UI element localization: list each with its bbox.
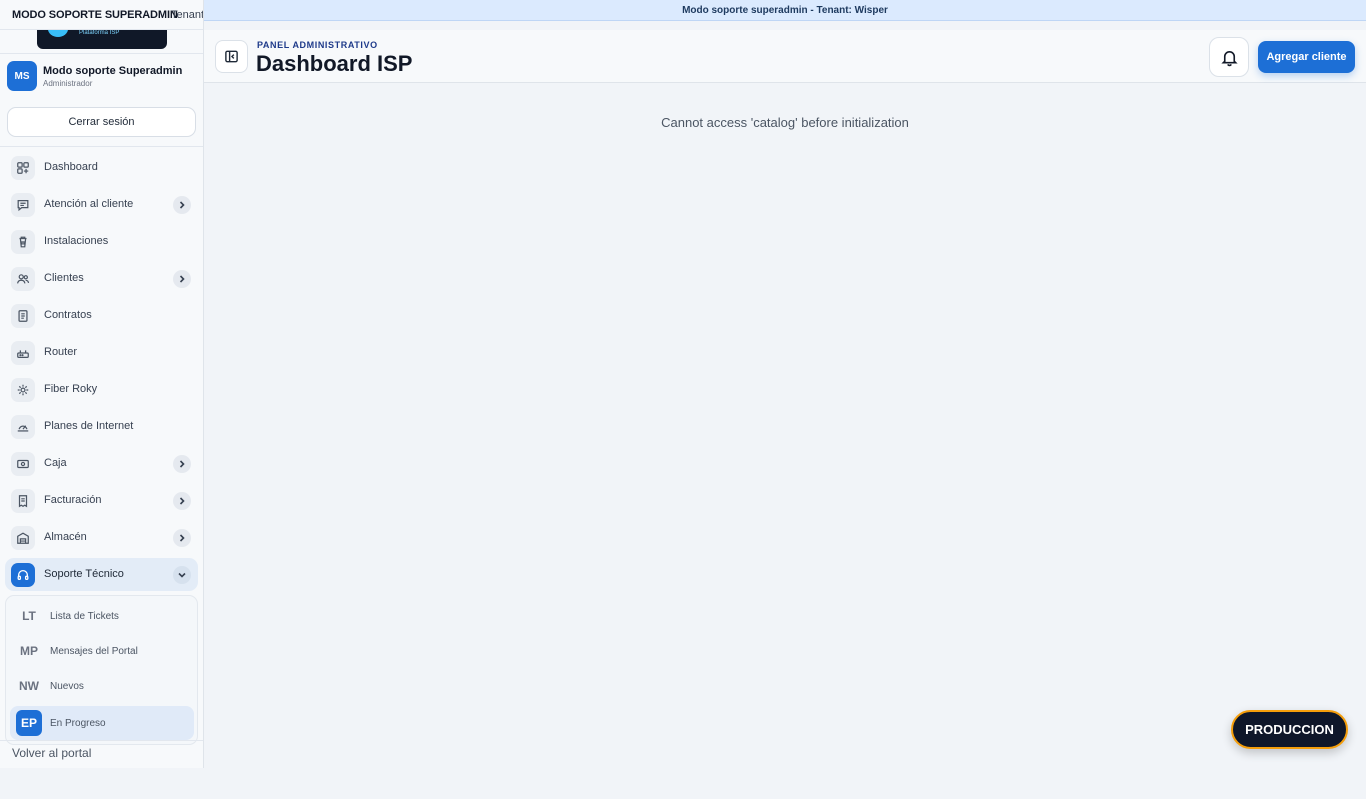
sidebar-item-facturacion[interactable]: Facturación xyxy=(5,484,198,517)
user-role: Administrador xyxy=(43,79,93,88)
chevron-right-icon[interactable] xyxy=(173,270,191,288)
speed-icon xyxy=(11,415,35,439)
chevron-right-icon[interactable] xyxy=(173,529,191,547)
submenu-abbr: NW xyxy=(19,679,39,693)
sidebar-item-label: Almacén xyxy=(44,531,87,543)
headset-icon xyxy=(11,563,35,587)
install-icon xyxy=(11,230,35,254)
user-name: Modo soporte Superadmin xyxy=(43,65,183,77)
logout-button[interactable]: Cerrar sesión xyxy=(7,107,196,137)
logo-text: Plataforma ISP xyxy=(79,30,120,36)
warehouse-icon xyxy=(11,526,35,550)
chevron-down-icon[interactable] xyxy=(173,566,191,584)
sidebar-item-label: Soporte Técnico xyxy=(44,568,124,580)
sidebar-item-clientes[interactable]: Clientes xyxy=(5,262,198,295)
dashboard-icon xyxy=(11,156,35,180)
submenu-label: Nuevos xyxy=(50,681,84,692)
tenant-label: Tenant xyxy=(171,9,204,21)
cash-icon xyxy=(11,452,35,476)
sparkle-icon xyxy=(11,378,35,402)
chevron-right-icon[interactable] xyxy=(173,196,191,214)
document-icon xyxy=(11,304,35,328)
submenu-abbr: MP xyxy=(20,644,38,658)
support-mode-banner: Modo soporte superadmin - Tenant: Wisper xyxy=(204,0,1366,21)
sidebar-item-dashboard[interactable]: Dashboard xyxy=(5,151,198,184)
sidebar-item-label: Instalaciones xyxy=(44,235,109,247)
environment-badge[interactable]: PRODUCCION xyxy=(1231,710,1348,749)
sidebar-item-instalaciones[interactable]: Instalaciones xyxy=(5,225,198,258)
notifications-button[interactable] xyxy=(1209,37,1249,77)
error-message: Cannot access 'catalog' before initializ… xyxy=(661,115,909,130)
add-client-button[interactable]: Agregar cliente xyxy=(1258,41,1355,73)
sidebar-mode-bar: MODO SOPORTE SUPERADMIN Tenant xyxy=(0,0,204,30)
submenu-label: Mensajes del Portal xyxy=(50,646,138,657)
submenu-label: En Progreso xyxy=(50,718,106,729)
logo-mark-icon xyxy=(48,30,68,37)
divider xyxy=(0,146,203,147)
submenu-item-nuevos[interactable]: NW Nuevos xyxy=(10,669,194,703)
sidebar-collapse-icon xyxy=(225,50,238,63)
brand-logo: Plataforma ISP xyxy=(37,30,167,49)
sidebar-item-label: Router xyxy=(44,346,78,358)
support-mode-label: MODO SOPORTE SUPERADMIN xyxy=(12,9,178,21)
sidebar-item-caja[interactable]: Caja xyxy=(5,447,198,480)
sidebar-item-router[interactable]: Router xyxy=(5,336,198,369)
divider xyxy=(0,740,203,741)
page-kicker: PANEL ADMINISTRATIVO xyxy=(257,40,378,50)
sidebar-item-label: Clientes xyxy=(44,272,84,284)
submenu-abbr: EP xyxy=(16,710,42,736)
chevron-right-icon[interactable] xyxy=(173,455,191,473)
sidebar: MODO SOPORTE SUPERADMIN Tenant Plataform… xyxy=(0,0,204,768)
submenu-item-en-progreso[interactable]: EP En Progreso xyxy=(10,706,194,740)
chat-icon xyxy=(11,193,35,217)
sidebar-item-soporte-tecnico[interactable]: Soporte Técnico xyxy=(5,558,198,591)
sidebar-item-label: Planes de Internet xyxy=(44,420,134,432)
sidebar-item-label: Facturación xyxy=(44,494,102,506)
users-icon xyxy=(11,267,35,291)
main-content: Cannot access 'catalog' before initializ… xyxy=(204,83,1366,768)
submenu-abbr: LT xyxy=(22,609,36,623)
submenu-item-lista-de-tickets[interactable]: LT Lista de Tickets xyxy=(10,599,194,633)
submenu-label: Lista de Tickets xyxy=(50,611,119,622)
sidebar-toggle-button[interactable] xyxy=(215,40,248,73)
sidebar-item-label: Fiber Roky xyxy=(44,383,98,395)
router-icon xyxy=(11,341,35,365)
submenu-item-mensajes-del-portal[interactable]: MP Mensajes del Portal xyxy=(10,634,194,668)
sidebar-item-contratos[interactable]: Contratos xyxy=(5,299,198,332)
sidebar-item-label: Contratos xyxy=(44,309,92,321)
sidebar-item-atencion-al-cliente[interactable]: Atención al cliente xyxy=(5,188,198,221)
sidebar-item-label: Dashboard xyxy=(44,161,98,173)
bell-icon xyxy=(1220,50,1238,66)
back-to-portal-link[interactable]: Volver al portal xyxy=(12,746,91,760)
soporte-tecnico-submenu: LT Lista de Tickets MP Mensajes del Port… xyxy=(5,595,198,745)
page-header: PANEL ADMINISTRATIVO Dashboard ISP Agreg… xyxy=(204,30,1366,83)
chevron-right-icon[interactable] xyxy=(173,492,191,510)
sidebar-item-planes-de-internet[interactable]: Planes de Internet xyxy=(5,410,198,443)
page-title: Dashboard ISP xyxy=(256,51,413,76)
sidebar-item-fiber-roky[interactable]: Fiber Roky xyxy=(5,373,198,406)
user-avatar: MS xyxy=(7,61,37,91)
invoice-icon xyxy=(11,489,35,513)
sidebar-item-label: Caja xyxy=(44,457,67,469)
sidebar-item-label: Atención al cliente xyxy=(44,198,134,210)
divider xyxy=(0,53,203,54)
sidebar-item-almacen[interactable]: Almacén xyxy=(5,521,198,554)
